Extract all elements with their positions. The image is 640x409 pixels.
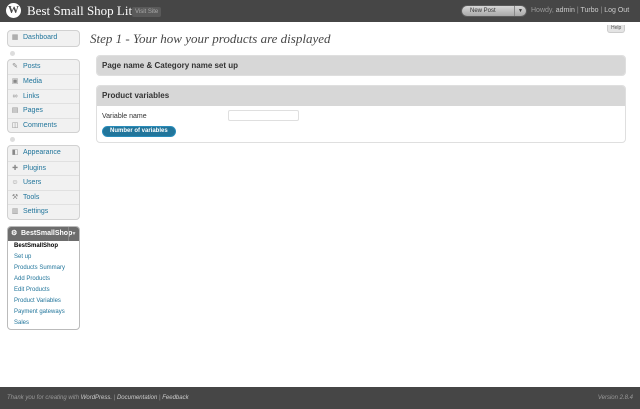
user-link[interactable]: admin xyxy=(556,7,575,14)
menu-item-posts[interactable]: ✎ Posts xyxy=(8,60,79,75)
submenu-item-product-variables[interactable]: Product Variables xyxy=(8,296,79,307)
submenu-item-set-up[interactable]: Set up xyxy=(8,252,79,263)
user-links: Howdy, admin | Turbo | Log Out xyxy=(531,6,629,16)
box-heading[interactable]: Product variables xyxy=(97,86,625,106)
footer-thanks: Thank you for creating with xyxy=(7,395,80,401)
submenu-item-add-products[interactable]: Add Products xyxy=(8,274,79,285)
turbo-link[interactable]: Turbo xyxy=(580,7,598,14)
number-of-variables-button[interactable]: Number of variables xyxy=(102,126,176,137)
pin-icon: ✎ xyxy=(12,62,18,70)
menu-item-users[interactable]: ☺ Users xyxy=(8,175,79,190)
submenu-item-bestsmallshop[interactable]: BestSmallShop xyxy=(8,241,79,252)
separator: | xyxy=(600,7,603,14)
separator: | xyxy=(159,395,161,401)
page-title: Step 1 - Your how your products are disp… xyxy=(90,31,331,46)
comment-icon: ◫ xyxy=(11,121,19,129)
separator: | xyxy=(113,395,116,401)
menu-group-settings: ◧ Appearance ✚ Plugins ☺ Users ⚒ Tools ▥ Sett… xyxy=(7,145,80,220)
version-text: Version 2.8.4 xyxy=(597,395,633,401)
gear-icon: ⚙ xyxy=(11,229,18,237)
submenu-item-products-summary[interactable]: Products Summary xyxy=(8,263,79,274)
variable-name-input[interactable] xyxy=(228,110,299,121)
admin-footer: Thank you for creating with WordPress. |… xyxy=(0,387,640,409)
help-tab[interactable]: Help xyxy=(607,25,626,33)
menu-item-plugins[interactable]: ✚ Plugins xyxy=(8,160,79,176)
media-icon: ▣ xyxy=(11,78,19,85)
separator: | xyxy=(576,7,579,14)
documentation-link[interactable]: Documentation xyxy=(117,395,157,401)
admin-header: W Best Small Shop Lite Visit Site New Po… xyxy=(0,0,640,22)
settings-icon: ▥ xyxy=(11,208,19,215)
new-post-label: New Post xyxy=(470,8,496,14)
variable-name-label: Variable name xyxy=(102,113,147,120)
dashboard-icon: ▦ xyxy=(11,34,19,41)
new-post-button[interactable]: New Post ▼ xyxy=(461,5,527,17)
bestsmallshop-menu: ⚙ BestSmallShop ▼ BestSmallShop Set up P… xyxy=(7,225,80,330)
menu-group-content: ✎ Posts ▣ Media ∞ Links ▤ Pages ◫ Comments xyxy=(7,58,80,133)
menu-item-bestsmallshop[interactable]: ⚙ BestSmallShop ▼ xyxy=(8,226,79,241)
page-name-box: Page name & Category name set up xyxy=(96,55,626,76)
submenu-item-payment-gateways[interactable]: Payment gateways xyxy=(8,307,79,318)
link-icon: ∞ xyxy=(12,92,18,100)
logout-link[interactable]: Log Out xyxy=(604,7,629,14)
menu-item-dashboard[interactable]: ▦ Dashboard xyxy=(8,31,79,46)
box-heading[interactable]: Page name & Category name set up xyxy=(97,56,625,75)
menu-item-media[interactable]: ▣ Media xyxy=(8,74,79,89)
menu-item-settings[interactable]: ▥ Settings xyxy=(8,204,79,219)
howdy-text: Howdy, xyxy=(531,7,554,14)
menu-item-pages[interactable]: ▤ Pages xyxy=(8,103,79,118)
tools-icon: ⚒ xyxy=(11,193,19,201)
users-icon: ☺ xyxy=(11,179,19,186)
product-variables-box: Product variables Variable name Number o… xyxy=(96,85,626,143)
menu-item-links[interactable]: ∞ Links xyxy=(8,88,79,104)
wordpress-logo-icon[interactable]: W xyxy=(6,3,21,18)
plugin-icon: ✚ xyxy=(12,164,18,172)
chevron-down-icon[interactable]: ▼ xyxy=(68,226,79,241)
visit-site-button[interactable]: Visit Site xyxy=(132,7,162,17)
submenu-item-edit-products[interactable]: Edit Products xyxy=(8,285,79,296)
menu-group-dashboard: ▦ Dashboard xyxy=(7,30,80,47)
feedback-link[interactable]: Feedback xyxy=(162,395,188,401)
appearance-icon: ◧ xyxy=(11,149,19,156)
admin-sidebar: ▦ Dashboard ✎ Posts ▣ Media ∞ Links ▤ Pages ◫… xyxy=(7,30,80,330)
wordpress-link[interactable]: WordPress. xyxy=(81,395,112,401)
chevron-down-icon[interactable]: ▼ xyxy=(514,6,526,16)
menu-item-comments[interactable]: ◫ Comments xyxy=(8,117,79,133)
site-title: Best Small Shop Lite xyxy=(27,3,138,18)
menu-separator xyxy=(10,50,15,56)
menu-item-tools[interactable]: ⚒ Tools xyxy=(8,189,79,205)
footer-links: Thank you for creating with WordPress. |… xyxy=(7,387,189,409)
submenu-item-sales[interactable]: Sales xyxy=(8,318,79,329)
menu-item-appearance[interactable]: ◧ Appearance xyxy=(8,146,79,161)
menu-separator xyxy=(10,137,15,142)
pages-icon: ▤ xyxy=(11,107,19,114)
